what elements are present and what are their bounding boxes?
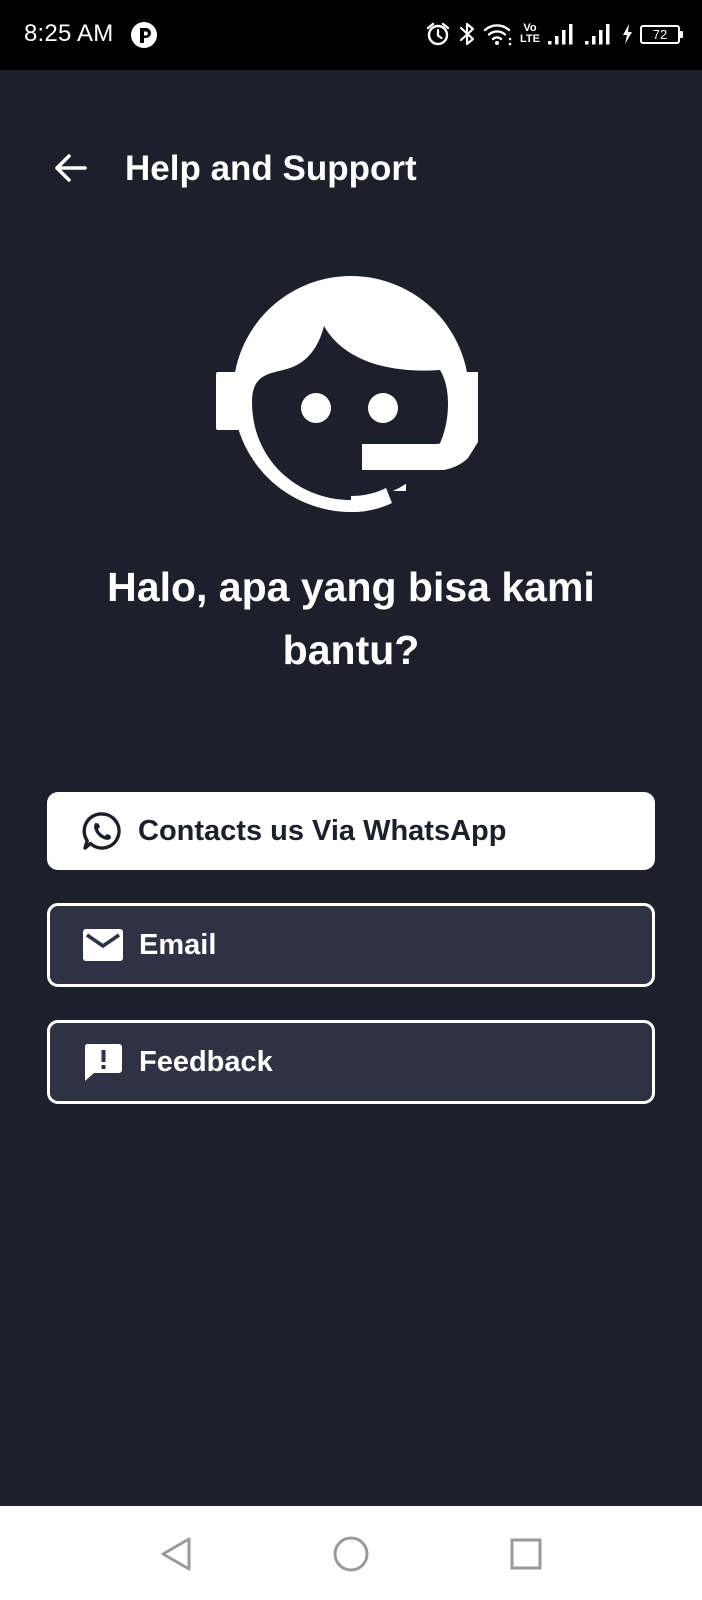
nav-recents-button[interactable] <box>498 1526 554 1582</box>
signal-icon <box>585 24 610 45</box>
greeting-heading: Halo, apa yang bisa kami bantu? <box>107 564 595 673</box>
system-nav-bar <box>0 1506 702 1600</box>
page-title: Help and Support <box>125 149 417 188</box>
email-button[interactable]: Email <box>47 903 655 987</box>
email-button-label: Email <box>139 928 217 961</box>
feedback-button[interactable]: Feedback <box>47 1020 655 1104</box>
charging-icon <box>623 24 632 44</box>
whatsapp-contact-button[interactable]: Contacts us Via WhatsApp <box>47 792 655 870</box>
support-agent-icon <box>216 276 486 524</box>
app-notification-icon <box>131 22 157 48</box>
nav-home-button[interactable] <box>323 1526 379 1582</box>
nav-home-icon <box>333 1536 369 1572</box>
nav-back-button[interactable] <box>148 1526 204 1582</box>
wifi-icon <box>483 24 512 46</box>
whatsapp-button-label: Contacts us Via WhatsApp <box>138 814 507 847</box>
battery-icon: 72 <box>640 24 683 44</box>
status-time: 8:25 AM <box>24 20 114 47</box>
status-bar: 8:25 AM Vo LTE 72 <box>0 0 702 70</box>
alarm-icon <box>426 22 450 46</box>
email-icon <box>81 923 125 967</box>
back-button[interactable] <box>46 144 94 192</box>
whatsapp-icon <box>80 809 124 853</box>
feedback-button-label: Feedback <box>139 1045 273 1078</box>
nav-recents-icon <box>510 1538 542 1570</box>
help-support-screen: 8:25 AM Vo LTE 72 Help and Support Halo,… <box>0 0 702 1600</box>
nav-back-icon <box>161 1537 191 1571</box>
volte-label-bottom: LTE <box>520 33 540 45</box>
feedback-icon <box>81 1040 125 1084</box>
volte-icon: Vo LTE <box>520 23 540 45</box>
arrow-left-icon <box>55 154 87 182</box>
status-icons: Vo LTE 72 <box>425 18 683 50</box>
bluetooth-icon <box>459 22 475 46</box>
signal-icon <box>548 24 573 45</box>
